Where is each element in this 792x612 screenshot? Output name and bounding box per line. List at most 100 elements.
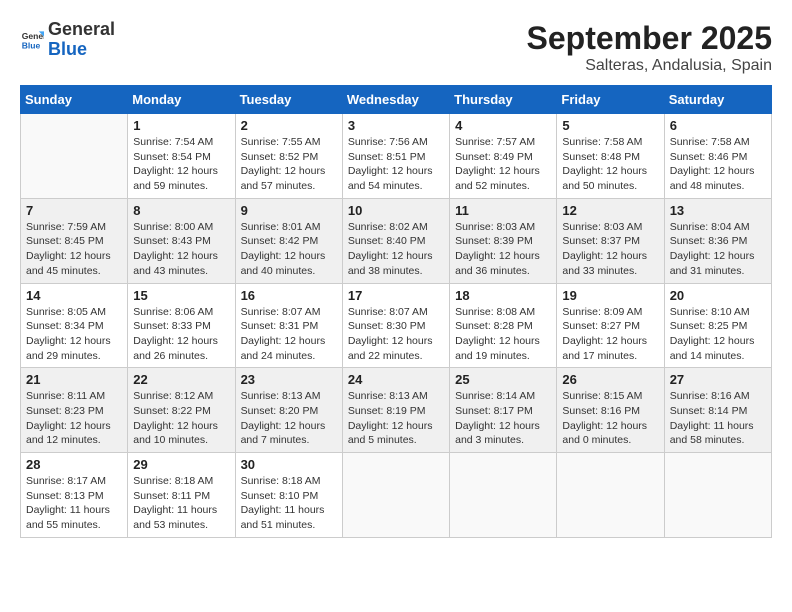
cell-date: 10	[348, 203, 444, 218]
cell-info: Sunrise: 7:58 AM Sunset: 8:48 PM Dayligh…	[562, 135, 658, 194]
cell-info: Sunrise: 8:18 AM Sunset: 8:11 PM Dayligh…	[133, 474, 229, 533]
weekday-header-cell: Friday	[557, 86, 664, 114]
svg-text:Blue: Blue	[22, 40, 41, 50]
logo-blue-text: Blue	[48, 39, 87, 59]
title-area: September 2025 Salteras, Andalusia, Spai…	[527, 20, 772, 75]
calendar-cell: 17Sunrise: 8:07 AM Sunset: 8:30 PM Dayli…	[342, 283, 449, 368]
weekday-header-cell: Sunday	[21, 86, 128, 114]
cell-date: 6	[670, 118, 766, 133]
weekday-header-cell: Tuesday	[235, 86, 342, 114]
cell-date: 25	[455, 372, 551, 387]
cell-info: Sunrise: 8:09 AM Sunset: 8:27 PM Dayligh…	[562, 305, 658, 364]
cell-date: 16	[241, 288, 337, 303]
calendar-cell: 7 Sunrise: 7:59 AM Sunset: 8:45 PM Daylig…	[21, 198, 128, 283]
calendar-row: 7 Sunrise: 7:59 AM Sunset: 8:45 PM Daylig…	[21, 198, 772, 283]
cell-info: Sunrise: 7:59 AM Sunset: 8:45 PM Dayligh…	[26, 220, 122, 279]
cell-date: 19	[562, 288, 658, 303]
calendar-cell: 30Sunrise: 8:18 AM Sunset: 8:10 PM Dayli…	[235, 453, 342, 538]
calendar-cell: 5Sunrise: 7:58 AM Sunset: 8:48 PM Daylig…	[557, 114, 664, 199]
weekday-header-row: SundayMondayTuesdayWednesdayThursdayFrid…	[21, 86, 772, 114]
calendar-cell: 19 Sunrise: 8:09 AM Sunset: 8:27 PM Dayli…	[557, 283, 664, 368]
cell-info: Sunrise: 8:17 AM Sunset: 8:13 PM Dayligh…	[26, 474, 122, 533]
location-title: Salteras, Andalusia, Spain	[527, 57, 772, 75]
cell-info: Sunrise: 8:07 AM Sunset: 8:31 PM Dayligh…	[241, 305, 337, 364]
cell-date: 13	[670, 203, 766, 218]
weekday-header-cell: Monday	[128, 86, 235, 114]
calendar-body: 1 Sunrise: 7:54 AM Sunset: 8:54 PM Daylig…	[21, 114, 772, 538]
weekday-header-cell: Saturday	[664, 86, 771, 114]
cell-info: Sunrise: 8:16 AM Sunset: 8:14 PM Dayligh…	[670, 389, 766, 448]
calendar-cell: 12 Sunrise: 8:03 AM Sunset: 8:37 PM Dayli…	[557, 198, 664, 283]
cell-info: Sunrise: 8:13 AM Sunset: 8:20 PM Dayligh…	[241, 389, 337, 448]
calendar-cell: 25 Sunrise: 8:14 AM Sunset: 8:17 PM Dayli…	[450, 368, 557, 453]
calendar-cell: 10 Sunrise: 8:02 AM Sunset: 8:40 PM Dayli…	[342, 198, 449, 283]
cell-date: 3	[348, 118, 444, 133]
cell-info: Sunrise: 8:14 AM Sunset: 8:17 PM Dayligh…	[455, 389, 551, 448]
calendar-cell: 6 Sunrise: 7:58 AM Sunset: 8:46 PM Daylig…	[664, 114, 771, 199]
cell-date: 27	[670, 372, 766, 387]
calendar-row: 14 Sunrise: 8:05 AM Sunset: 8:34 PM Dayli…	[21, 283, 772, 368]
cell-date: 9	[241, 203, 337, 218]
cell-info: Sunrise: 8:18 AM Sunset: 8:10 PM Dayligh…	[241, 474, 337, 533]
calendar-row: 28Sunrise: 8:17 AM Sunset: 8:13 PM Dayli…	[21, 453, 772, 538]
cell-info: Sunrise: 8:00 AM Sunset: 8:43 PM Dayligh…	[133, 220, 229, 279]
calendar-cell: 23 Sunrise: 8:13 AM Sunset: 8:20 PM Dayli…	[235, 368, 342, 453]
cell-date: 8	[133, 203, 229, 218]
cell-date: 26	[562, 372, 658, 387]
calendar-row: 21 Sunrise: 8:11 AM Sunset: 8:23 PM Dayli…	[21, 368, 772, 453]
weekday-header-cell: Thursday	[450, 86, 557, 114]
cell-date: 1	[133, 118, 229, 133]
cell-date: 4	[455, 118, 551, 133]
cell-info: Sunrise: 7:57 AM Sunset: 8:49 PM Dayligh…	[455, 135, 551, 194]
calendar-cell: 11Sunrise: 8:03 AM Sunset: 8:39 PM Dayli…	[450, 198, 557, 283]
cell-date: 24	[348, 372, 444, 387]
logo-general-text: General	[48, 19, 115, 39]
weekday-header-cell: Wednesday	[342, 86, 449, 114]
calendar-cell: 9Sunrise: 8:01 AM Sunset: 8:42 PM Daylig…	[235, 198, 342, 283]
cell-info: Sunrise: 8:10 AM Sunset: 8:25 PM Dayligh…	[670, 305, 766, 364]
cell-info: Sunrise: 8:15 AM Sunset: 8:16 PM Dayligh…	[562, 389, 658, 448]
calendar-cell: 15 Sunrise: 8:06 AM Sunset: 8:33 PM Dayli…	[128, 283, 235, 368]
cell-info: Sunrise: 8:11 AM Sunset: 8:23 PM Dayligh…	[26, 389, 122, 448]
month-title: September 2025	[527, 20, 772, 57]
cell-info: Sunrise: 8:05 AM Sunset: 8:34 PM Dayligh…	[26, 305, 122, 364]
calendar-cell: 14 Sunrise: 8:05 AM Sunset: 8:34 PM Dayli…	[21, 283, 128, 368]
calendar-cell	[450, 453, 557, 538]
cell-date: 12	[562, 203, 658, 218]
calendar-table: SundayMondayTuesdayWednesdayThursdayFrid…	[20, 85, 772, 538]
cell-info: Sunrise: 7:56 AM Sunset: 8:51 PM Dayligh…	[348, 135, 444, 194]
calendar-cell: 8 Sunrise: 8:00 AM Sunset: 8:43 PM Daylig…	[128, 198, 235, 283]
header: General Blue General Blue September 2025…	[20, 20, 772, 75]
cell-info: Sunrise: 8:03 AM Sunset: 8:39 PM Dayligh…	[455, 220, 551, 279]
cell-date: 18	[455, 288, 551, 303]
calendar-cell: 20Sunrise: 8:10 AM Sunset: 8:25 PM Dayli…	[664, 283, 771, 368]
cell-info: Sunrise: 7:58 AM Sunset: 8:46 PM Dayligh…	[670, 135, 766, 194]
cell-date: 23	[241, 372, 337, 387]
cell-date: 22	[133, 372, 229, 387]
calendar-cell: 21 Sunrise: 8:11 AM Sunset: 8:23 PM Dayli…	[21, 368, 128, 453]
cell-info: Sunrise: 8:06 AM Sunset: 8:33 PM Dayligh…	[133, 305, 229, 364]
calendar-cell: 1 Sunrise: 7:54 AM Sunset: 8:54 PM Daylig…	[128, 114, 235, 199]
cell-date: 2	[241, 118, 337, 133]
cell-info: Sunrise: 8:03 AM Sunset: 8:37 PM Dayligh…	[562, 220, 658, 279]
cell-date: 15	[133, 288, 229, 303]
cell-info: Sunrise: 7:54 AM Sunset: 8:54 PM Dayligh…	[133, 135, 229, 194]
calendar-cell: 22 Sunrise: 8:12 AM Sunset: 8:22 PM Dayli…	[128, 368, 235, 453]
cell-date: 7	[26, 203, 122, 218]
cell-date: 21	[26, 372, 122, 387]
calendar-cell	[21, 114, 128, 199]
calendar-cell: 16 Sunrise: 8:07 AM Sunset: 8:31 PM Dayli…	[235, 283, 342, 368]
calendar-cell: 29 Sunrise: 8:18 AM Sunset: 8:11 PM Dayli…	[128, 453, 235, 538]
calendar-cell	[342, 453, 449, 538]
logo-icon: General Blue	[20, 28, 44, 52]
cell-date: 14	[26, 288, 122, 303]
calendar-cell	[664, 453, 771, 538]
cell-info: Sunrise: 8:12 AM Sunset: 8:22 PM Dayligh…	[133, 389, 229, 448]
calendar-cell: 18Sunrise: 8:08 AM Sunset: 8:28 PM Dayli…	[450, 283, 557, 368]
cell-info: Sunrise: 8:04 AM Sunset: 8:36 PM Dayligh…	[670, 220, 766, 279]
calendar-cell: 3 Sunrise: 7:56 AM Sunset: 8:51 PM Daylig…	[342, 114, 449, 199]
cell-info: Sunrise: 8:02 AM Sunset: 8:40 PM Dayligh…	[348, 220, 444, 279]
cell-date: 29	[133, 457, 229, 472]
calendar-cell: 13 Sunrise: 8:04 AM Sunset: 8:36 PM Dayli…	[664, 198, 771, 283]
calendar-cell: 27 Sunrise: 8:16 AM Sunset: 8:14 PM Dayli…	[664, 368, 771, 453]
